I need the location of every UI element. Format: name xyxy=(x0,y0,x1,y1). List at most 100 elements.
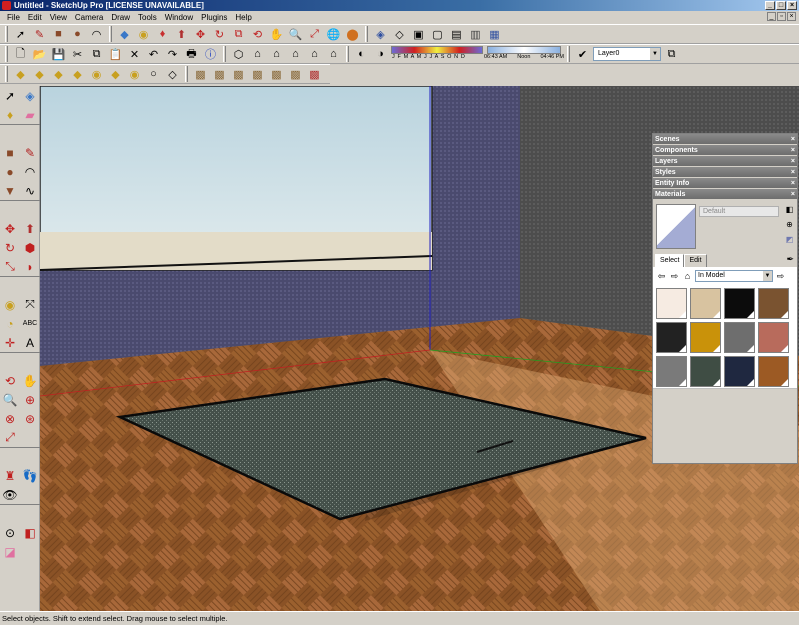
toolbar-grip[interactable] xyxy=(5,66,8,82)
freehand-tool-icon[interactable]: ∿ xyxy=(20,181,40,200)
chevron-down-icon[interactable]: ▼ xyxy=(650,48,660,60)
component-d-icon[interactable]: ◆ xyxy=(69,66,86,83)
chevron-down-icon[interactable]: ▼ xyxy=(763,271,772,281)
sandbox-detail-icon[interactable]: ▩ xyxy=(287,66,304,83)
menu-tools[interactable]: Tools xyxy=(134,13,161,22)
menu-window[interactable]: Window xyxy=(161,13,197,22)
paste-icon[interactable]: 📋 xyxy=(107,46,124,63)
wireframe-style-icon[interactable]: ▣ xyxy=(410,26,427,43)
rotate-tool-icon[interactable]: ↻ xyxy=(211,26,228,43)
previous-view-icon[interactable]: ⊗ xyxy=(0,409,20,428)
print-icon[interactable]: 🖶 xyxy=(183,46,200,63)
open-file-icon[interactable]: 📂 xyxy=(31,46,48,63)
orbit-tool-icon[interactable]: ⟲ xyxy=(0,371,20,390)
component-c-icon[interactable]: ◆ xyxy=(50,66,67,83)
menu-draw[interactable]: Draw xyxy=(107,13,134,22)
material-swatch[interactable] xyxy=(758,322,789,353)
look-around-icon[interactable]: 👁 xyxy=(0,485,20,504)
zoom-extents-icon[interactable]: ⤢ xyxy=(0,428,20,447)
pan-tool-icon[interactable]: ✋ xyxy=(268,26,285,43)
front-view-icon[interactable]: ⌂ xyxy=(268,46,285,63)
sandbox-stamp-icon[interactable]: ▩ xyxy=(249,66,266,83)
menu-plugins[interactable]: Plugins xyxy=(197,13,231,22)
monochrome-style-icon[interactable]: ▦ xyxy=(486,26,503,43)
tray-header-components[interactable]: Components × xyxy=(653,145,797,156)
material-swatch[interactable] xyxy=(758,288,789,319)
material-swatch[interactable] xyxy=(758,356,789,387)
zoom-extents-icon[interactable]: ⤢ xyxy=(306,26,323,43)
undo-icon[interactable]: ↶ xyxy=(145,46,162,63)
axes-tool-icon[interactable]: ✛ xyxy=(0,333,20,352)
display-secondary-icon[interactable]: ◧ xyxy=(784,205,795,216)
toolbar-grip[interactable] xyxy=(365,26,368,42)
toolbar-grip[interactable] xyxy=(223,46,226,62)
component-a-icon[interactable]: ◆ xyxy=(12,66,29,83)
protractor-tool-icon[interactable]: ◔ xyxy=(0,314,20,333)
iso-view-icon[interactable]: ⬡ xyxy=(230,46,247,63)
layer-select[interactable]: Layer0 ▼ xyxy=(593,47,661,61)
doc-close-button[interactable]: × xyxy=(787,12,796,21)
circle-tool-icon[interactable]: ● xyxy=(69,26,86,43)
rotate-tool-icon[interactable]: ↻ xyxy=(0,238,20,257)
tab-edit[interactable]: Edit xyxy=(684,254,707,267)
material-swatch[interactable] xyxy=(690,322,721,353)
text-tool-icon[interactable]: ABC xyxy=(20,314,40,333)
maximize-button[interactable]: □ xyxy=(776,1,786,10)
close-icon[interactable]: × xyxy=(791,145,795,156)
redo-icon[interactable]: ↷ xyxy=(164,46,181,63)
doc-minimize-button[interactable]: _ xyxy=(767,12,776,21)
push-pull-icon[interactable]: ⬆ xyxy=(173,26,190,43)
menu-edit[interactable]: Edit xyxy=(24,13,46,22)
collection-select[interactable]: In Model ▼ xyxy=(695,270,773,282)
doc-restore-button[interactable]: ▫ xyxy=(777,12,786,21)
menu-file[interactable]: File xyxy=(3,13,24,22)
default-material-icon[interactable]: ◩ xyxy=(784,235,795,246)
close-icon[interactable]: × xyxy=(791,167,795,178)
select-tool-icon[interactable]: ➚ xyxy=(12,26,29,43)
make-component-icon[interactable]: ◈ xyxy=(20,86,40,105)
push-pull-icon[interactable]: ⬆ xyxy=(20,219,40,238)
component-h-icon[interactable]: ○ xyxy=(145,66,162,83)
zoom-tool-icon[interactable]: 🔍 xyxy=(0,390,20,409)
material-swatch[interactable] xyxy=(724,288,755,319)
minimize-button[interactable]: _ xyxy=(765,1,775,10)
rectangle-tool-icon[interactable]: ■ xyxy=(0,143,20,162)
erase-icon[interactable]: ✕ xyxy=(126,46,143,63)
paint-bucket-icon[interactable]: ♦ xyxy=(0,105,20,124)
scale-tool-icon[interactable]: ⤡ xyxy=(0,257,20,276)
close-icon[interactable]: × xyxy=(791,178,795,189)
pencil-tool-icon[interactable]: ✎ xyxy=(31,26,48,43)
close-button[interactable]: × xyxy=(787,1,797,10)
tray-header-materials[interactable]: Materials × xyxy=(653,189,797,200)
create-material-icon[interactable]: ⊕ xyxy=(784,220,795,231)
toolbar-grip[interactable] xyxy=(5,46,8,62)
close-icon[interactable]: × xyxy=(791,189,795,200)
display-shadows-icon[interactable]: ◑ xyxy=(372,46,389,63)
toolbar-grip[interactable] xyxy=(567,46,570,62)
follow-me-icon[interactable]: ⬢ xyxy=(20,238,40,257)
toolbar-grip[interactable] xyxy=(109,26,112,42)
orbit-tool-icon[interactable]: ⟲ xyxy=(249,26,266,43)
sandbox-scratch-icon[interactable]: ▩ xyxy=(211,66,228,83)
menu-camera[interactable]: Camera xyxy=(71,13,107,22)
tray-header-scenes[interactable]: Scenes × xyxy=(653,134,797,145)
zoom-window-icon[interactable]: ⊕ xyxy=(20,390,40,409)
right-view-icon[interactable]: ⌂ xyxy=(287,46,304,63)
material-swatch[interactable] xyxy=(656,288,687,319)
section-cut-icon[interactable]: ◪ xyxy=(0,542,20,561)
sandbox-smoove-icon[interactable]: ▩ xyxy=(230,66,247,83)
component-f-icon[interactable]: ◆ xyxy=(107,66,124,83)
arc-tool-icon[interactable]: ◠ xyxy=(20,162,40,181)
new-file-icon[interactable]: 🗋 xyxy=(12,46,29,63)
material-swatch[interactable] xyxy=(656,356,687,387)
details-arrow-icon[interactable]: ⇨ xyxy=(775,271,786,282)
tab-select[interactable]: Select xyxy=(655,254,685,267)
sample-paint-icon[interactable]: ✒ xyxy=(786,254,794,265)
material-swatch[interactable] xyxy=(690,356,721,387)
shaded-textures-style-icon[interactable]: ▥ xyxy=(467,26,484,43)
rectangle-tool-icon[interactable]: ■ xyxy=(50,26,67,43)
section-display-icon[interactable]: ◧ xyxy=(20,523,40,542)
layer-manager-icon[interactable]: ⧉ xyxy=(663,46,680,63)
close-icon[interactable]: × xyxy=(791,134,795,145)
next-view-icon[interactable]: ⊛ xyxy=(20,409,40,428)
